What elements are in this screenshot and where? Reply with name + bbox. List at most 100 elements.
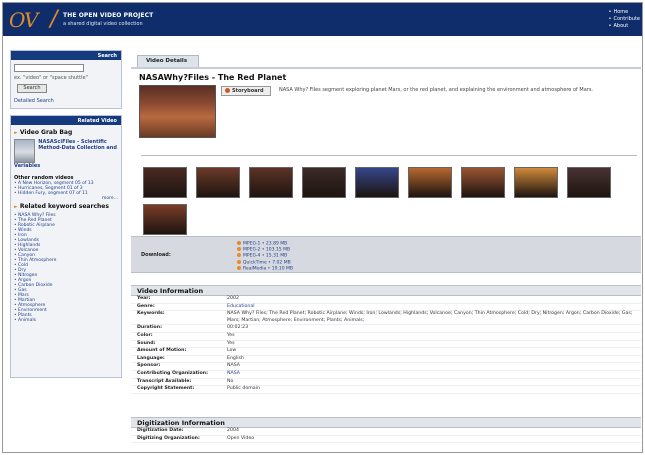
storyboard-frame[interactable]	[567, 167, 611, 198]
search-button[interactable]: Search	[17, 84, 47, 93]
info-value[interactable]: Educational	[227, 304, 259, 311]
download-label[interactable]: MPEG-2 • 103.15 MB	[243, 248, 290, 253]
storyboard-frame[interactable]	[461, 167, 505, 198]
info-value: 2002	[227, 296, 239, 301]
info-value: 2004	[227, 428, 239, 433]
info-value: Public domain	[227, 386, 260, 392]
video-grab-bag-heading: ► Video Grab Bag	[14, 129, 118, 136]
info-value: Low	[227, 348, 237, 354]
related-video-panel: Related Video ► Video Grab Bag NASASciFil…	[10, 115, 122, 378]
info-key: Keywords:	[137, 311, 165, 317]
search-hint: ex. "video" or "space shuttle"	[14, 75, 88, 81]
tab-video-details[interactable]: Video Details	[137, 55, 199, 67]
video-title: NASAWhy?Files - The Red Planet	[139, 73, 287, 82]
list-item[interactable]: Hidden Fury, segment 07 of 11	[14, 191, 118, 196]
info-value: Yes	[227, 332, 235, 338]
download-section: Download: MPEG-1 • 23.89 MB MPEG-2 • 103.…	[131, 236, 641, 273]
nav-about[interactable]: • About	[609, 23, 640, 30]
download-icon	[237, 241, 241, 245]
video-description: NASA Why? Files segment exploring planet…	[279, 87, 594, 93]
info-row: Color: Yes	[131, 333, 641, 341]
download-link[interactable]: RealMedia • 19.10 MB	[237, 265, 293, 272]
info-value: English	[227, 355, 244, 361]
detailed-search-link[interactable]: Detailed Search	[14, 98, 54, 104]
storyboard-frame[interactable]	[249, 167, 293, 198]
nav-contribute[interactable]: • Contribute	[609, 16, 640, 23]
storyboard-frame[interactable]	[143, 167, 187, 198]
download-label[interactable]: QuickTime • 7.02 MB	[243, 260, 291, 265]
info-row: Digitizing Organization: Open Video	[131, 436, 641, 444]
info-row: Duration: 00:02:23	[131, 325, 641, 333]
info-key: Digitization Date:	[137, 428, 184, 433]
bullet-icon: •	[608, 23, 612, 29]
download-link[interactable]: MPEG-4 • 15.31 MB	[237, 253, 293, 259]
nav-about-label[interactable]: About	[613, 23, 628, 29]
info-key: Sponsor:	[137, 363, 161, 369]
nav-contribute-label[interactable]: Contribute	[613, 16, 640, 22]
left-sidebar: Search ex. "video" or "space shuttle" Se…	[10, 50, 122, 384]
info-row: Keywords: NASA Why? Files; The Red Planet…	[131, 311, 641, 326]
info-key: Genre:	[137, 303, 155, 309]
info-value: NASA	[227, 363, 240, 369]
info-key: Amount of Motion:	[137, 348, 187, 354]
site-logo[interactable]: OV	[9, 8, 38, 32]
info-row: Sponsor: NASA	[131, 363, 641, 371]
video-information-heading: Video Information	[131, 285, 641, 296]
site-banner: OV / THE OPEN VIDEO PROJECT a shared dig…	[3, 3, 642, 36]
download-link[interactable]: QuickTime • 7.02 MB	[237, 259, 293, 266]
download-icon	[237, 253, 241, 258]
search-input[interactable]	[14, 64, 84, 72]
grab-bag-label: Video Grab Bag	[19, 129, 73, 136]
storyboard-frame[interactable]	[408, 167, 452, 198]
info-key: Transcript Available:	[137, 378, 192, 384]
more-link[interactable]: more...	[14, 196, 118, 201]
site-title: THE OPEN VIDEO PROJECT	[63, 12, 154, 19]
storyboard-frame[interactable]	[302, 167, 346, 198]
download-label[interactable]: MPEG-1 • 23.89 MB	[243, 242, 287, 247]
grab-bag-video-title-cont[interactable]: Variables	[14, 163, 118, 169]
bullet-icon: •	[608, 16, 612, 22]
info-key: Language:	[137, 355, 165, 361]
storyboard-frame[interactable]	[355, 167, 399, 198]
storyboard-button[interactable]: Storyboard	[221, 86, 271, 96]
other-videos-list: A New Horizon, segment 05 of 13 Hurrican…	[14, 181, 118, 196]
download-list: MPEG-1 • 23.89 MB MPEG-2 • 103.15 MB MPEG-…	[237, 241, 293, 272]
info-key: Copyright Statement:	[137, 386, 195, 392]
bullet-icon: •	[608, 9, 612, 15]
grab-bag-video[interactable]: NASASciFiles - Scientific Method-Data Co…	[14, 139, 118, 163]
keyword-heading-label: Related keyword searches	[19, 203, 109, 210]
storyboard-label[interactable]: Storyboard	[232, 88, 264, 94]
digitization-information: Digitization Information Digitization Da…	[131, 417, 641, 444]
video-thumbnail[interactable]	[14, 139, 36, 163]
download-label[interactable]: MPEG-4 • 15.31 MB	[243, 254, 287, 259]
info-row: Transcript Available: No	[131, 379, 641, 387]
info-key: Color:	[137, 332, 153, 338]
keyword-searches-heading: ► Related keyword searches	[14, 203, 118, 210]
storyboard-frame[interactable]	[143, 204, 187, 235]
nav-home-label[interactable]: Home	[613, 9, 628, 15]
info-key: Contributing Organization:	[137, 370, 208, 376]
info-key: Year:	[137, 296, 151, 301]
storyboard-icon	[225, 88, 230, 93]
info-key: Duration:	[137, 325, 162, 331]
site-subtitle: a shared digital video collection	[63, 21, 143, 27]
storyboard-frame[interactable]	[514, 167, 558, 198]
video-keyframe[interactable]	[139, 85, 216, 138]
grab-bag-video-title[interactable]: NASASciFiles - Scientific Method-Data Co…	[38, 139, 118, 151]
storyboard-frame[interactable]	[196, 167, 240, 198]
keyword-link[interactable]: Animals	[14, 318, 118, 323]
info-value[interactable]: NASA	[227, 371, 244, 378]
info-row: Digitization Date: 2004	[131, 428, 641, 436]
video-information: Video Information Year: 2002 Genre: Educati…	[131, 285, 641, 394]
download-icon	[237, 259, 241, 264]
download-icon	[237, 247, 241, 252]
search-heading: Search	[11, 51, 121, 60]
info-row: Sound: Yes	[131, 341, 641, 349]
nav-home[interactable]: • Home	[609, 9, 640, 16]
info-value: No	[227, 378, 234, 384]
info-value: Yes	[227, 340, 235, 346]
download-icon	[237, 265, 241, 270]
info-row: Year: 2002	[131, 296, 641, 304]
download-label[interactable]: RealMedia • 19.10 MB	[243, 266, 293, 271]
related-video-heading: Related Video	[11, 116, 121, 125]
